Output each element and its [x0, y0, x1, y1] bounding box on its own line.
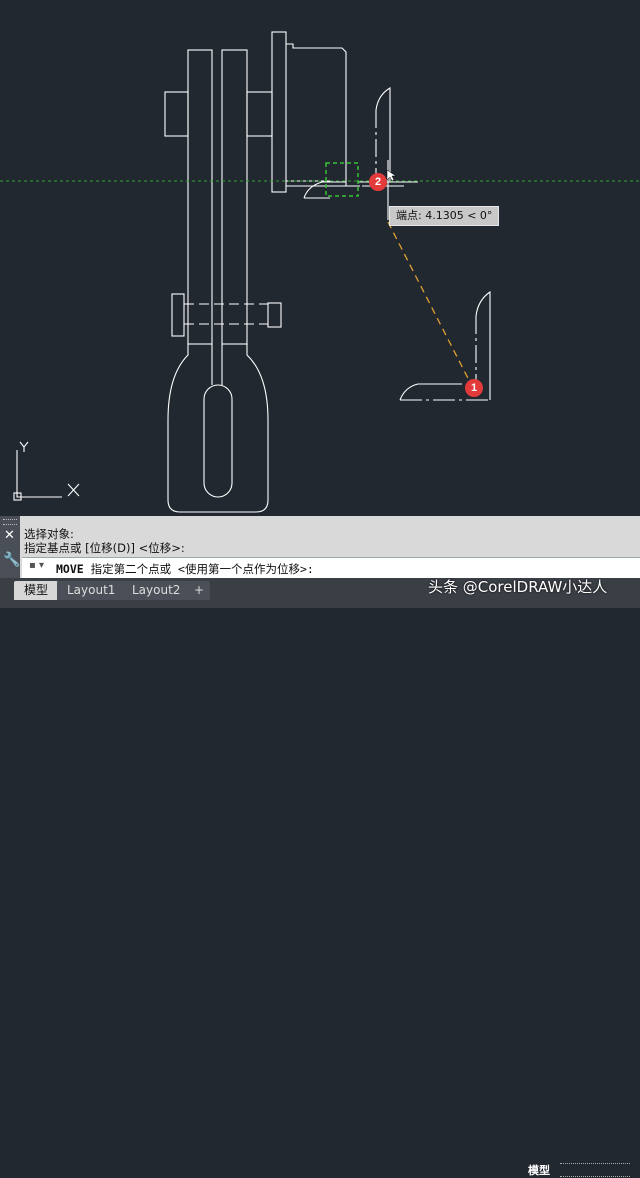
command-name: MOVE	[56, 562, 84, 576]
tab-layout2[interactable]: Layout2	[122, 581, 191, 600]
ucs-axes	[16, 450, 62, 498]
osnap-tooltip: 端点: 4.1305 < 0°	[389, 206, 500, 226]
command-history-line: 指定基点或 [位移(D)] <位移>:	[24, 541, 185, 555]
add-layout-button[interactable]: +	[188, 581, 211, 600]
ucs-x-glyph	[67, 483, 80, 497]
link-bar-right	[221, 49, 248, 345]
link-bar-left	[187, 49, 213, 345]
command-prompt-text: MOVE 指定第二个点或 <使用第一个点作为位移>:	[56, 561, 314, 577]
side-block-right	[246, 91, 273, 137]
rubber-band-line	[387, 221, 474, 389]
bolt-head	[171, 293, 185, 337]
drawing-viewport[interactable]: 2 1 端点: 4.1305 < 0°	[0, 0, 640, 516]
status-model-button[interactable]: 模型	[528, 1162, 550, 1178]
watermark: 头条 @CorelDRAW小达人	[428, 578, 608, 596]
step-marker-1: 1	[465, 379, 483, 397]
grip-icon[interactable]	[3, 519, 17, 525]
command-recent-icon[interactable]: ▪ ▾	[29, 560, 44, 571]
command-prompt-message: 指定第二个点或 <使用第一个点作为位移>:	[83, 562, 314, 576]
command-input[interactable]: ▪ ▾ MOVE 指定第二个点或 <使用第一个点作为位移>:	[22, 557, 640, 578]
ucs-y-glyph	[19, 441, 29, 452]
step-marker-2: 2	[369, 173, 387, 191]
lower-eye-outer	[167, 344, 269, 513]
bolt-shaft	[184, 303, 268, 325]
command-history-line: 选择对象:	[24, 527, 74, 541]
bracket-upper-horizontal	[303, 181, 346, 199]
housing-flange	[271, 31, 287, 193]
close-icon[interactable]: ✕	[4, 529, 15, 543]
tab-layout1[interactable]: Layout1	[57, 581, 126, 600]
lower-eye-slot	[203, 384, 233, 498]
wrench-icon[interactable]: 🔧	[3, 552, 20, 568]
bolt-nut	[267, 302, 282, 328]
command-window-sidebar: ✕ 🔧	[0, 516, 20, 578]
housing-body	[286, 43, 347, 187]
snap-marker-box	[325, 162, 359, 197]
drawing-geometry	[0, 31, 640, 513]
slot-lines	[211, 344, 223, 385]
grid-toggle-icon[interactable]	[560, 1163, 630, 1177]
side-block-left	[164, 91, 189, 137]
tab-model[interactable]: 模型	[14, 581, 59, 600]
bracket-lower-arc	[399, 383, 462, 401]
